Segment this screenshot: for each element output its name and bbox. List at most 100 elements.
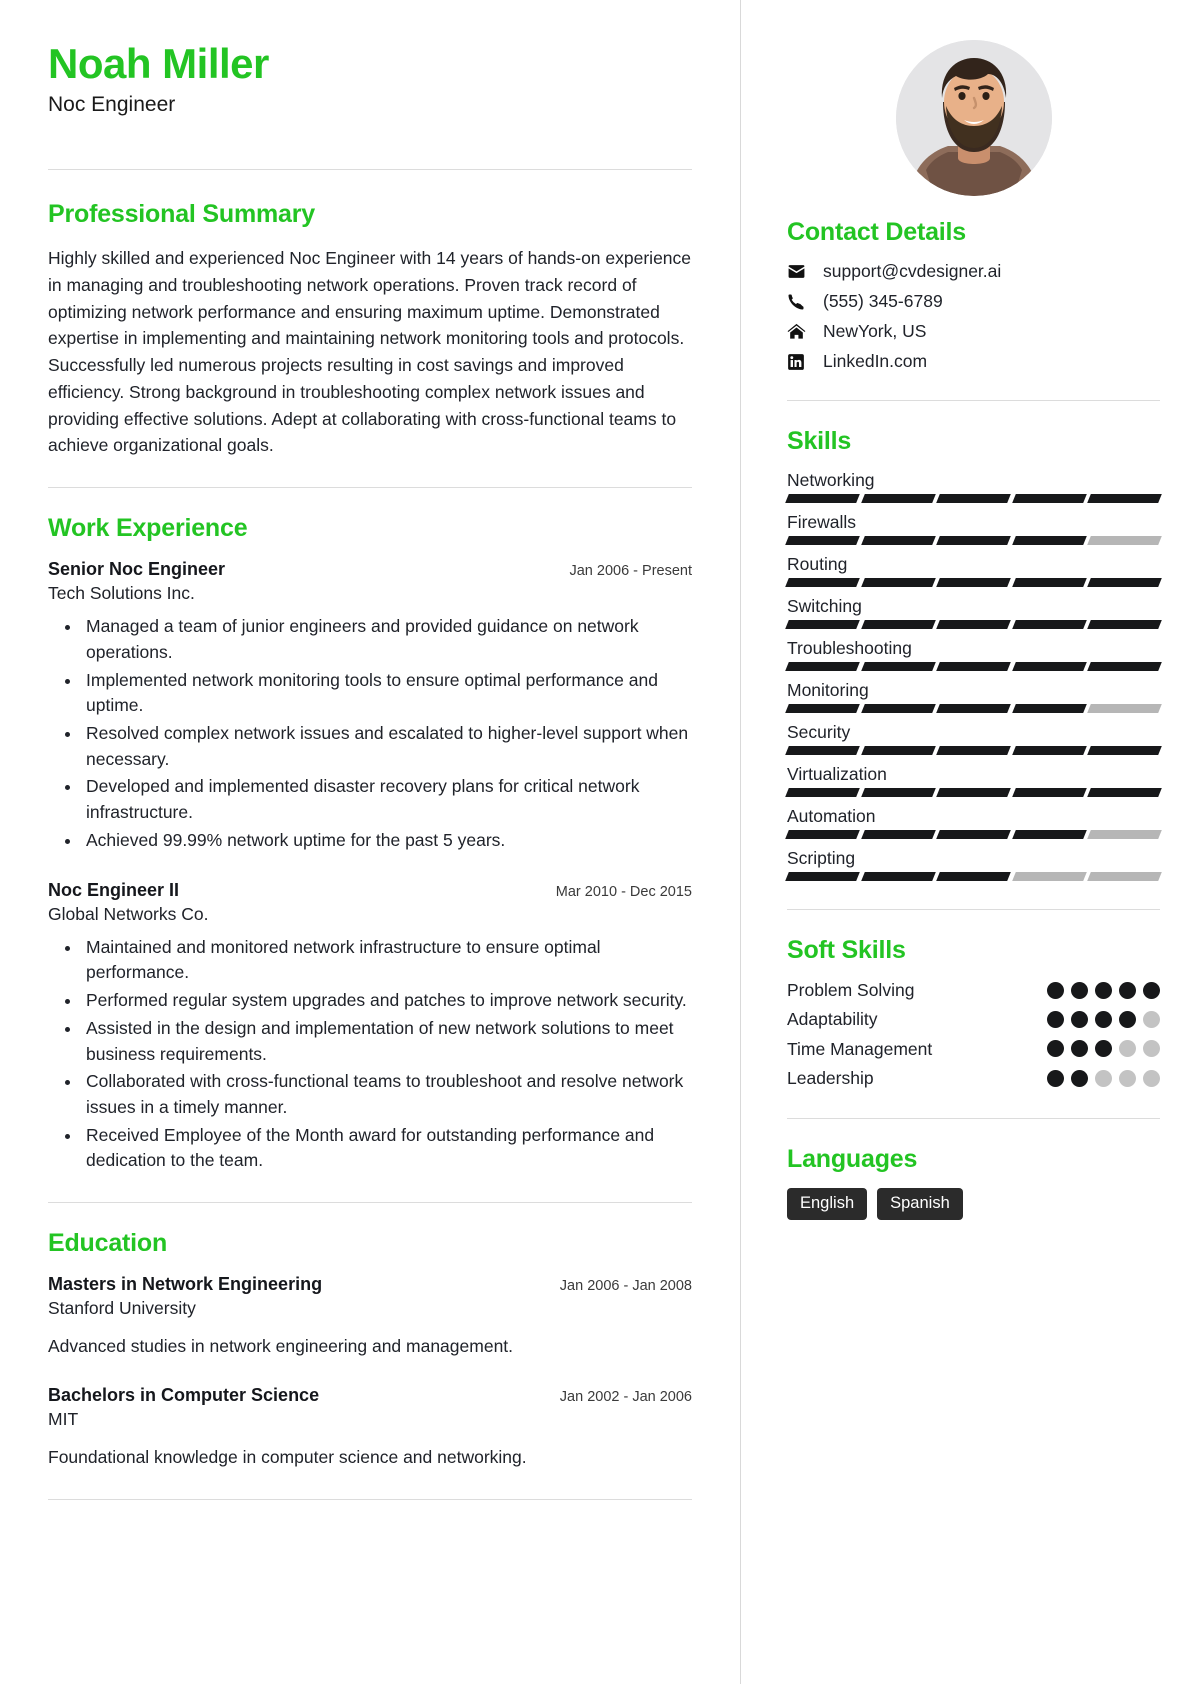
contact-item-phone[interactable]: (555) 345-6789 <box>787 291 1160 312</box>
skill-bar-segment <box>1011 494 1087 503</box>
avatar <box>895 40 1052 196</box>
education-school: Stanford University <box>48 1298 196 1319</box>
skill-bar-segment <box>1087 788 1162 797</box>
skill-bar-segment <box>936 620 1011 629</box>
language-tag: English <box>787 1187 868 1220</box>
envelope-icon <box>787 262 813 281</box>
skill-item: Firewalls <box>785 512 1162 545</box>
skill-level-bar <box>785 620 1162 629</box>
work-role: Noc Engineer II <box>48 879 180 900</box>
section-heading-summary: Professional Summary <box>48 200 315 229</box>
soft-skills-list: Problem Solving Adaptability Time Manageme… <box>787 979 1160 1090</box>
rating-dot <box>1143 1040 1160 1058</box>
resume-page: Noah Miller Noc Engineer Professional Su… <box>0 0 1200 1684</box>
rating-dot <box>1071 1040 1088 1058</box>
skill-item: Switching <box>785 596 1162 629</box>
list-item: Performed regular system upgrades and pa… <box>82 988 692 1014</box>
list-item: Achieved 99.99% network uptime for the p… <box>82 828 692 854</box>
skill-bar-segment <box>1011 578 1087 587</box>
skill-level-bar <box>785 662 1162 671</box>
contact-item-email[interactable]: support@cvdesigner.ai <box>787 261 1160 282</box>
skill-bar-segment <box>936 746 1011 755</box>
section-heading-skills: Skills <box>787 427 852 455</box>
skill-level-bar <box>785 494 1162 503</box>
soft-skill-rating <box>1040 981 1160 999</box>
skill-bar-segment <box>785 830 860 839</box>
contact-phone-value: (555) 345-6789 <box>823 291 943 311</box>
skill-bar-segment <box>936 704 1011 713</box>
skill-bar-segment <box>1087 620 1162 629</box>
list-item: Managed a team of junior engineers and p… <box>82 614 692 665</box>
rating-dot <box>1047 1011 1064 1029</box>
skill-level-bar <box>785 830 1162 839</box>
skill-item: Scripting <box>785 848 1162 881</box>
soft-skill-label: Time Management <box>787 1038 933 1059</box>
rating-dot <box>1143 981 1160 999</box>
skill-bar-segment <box>1011 788 1087 797</box>
skill-bar-segment <box>1087 662 1162 671</box>
skill-bar-segment <box>860 536 936 545</box>
contact-list: support@cvdesigner.ai (555) 345-6789 New… <box>787 261 1160 372</box>
skill-label: Security <box>787 722 851 742</box>
skill-bar-segment <box>860 494 936 503</box>
skill-bar-segment <box>785 662 860 671</box>
skill-bar-segment <box>1011 746 1087 755</box>
rating-dot <box>1047 981 1064 999</box>
education-entry-header: Bachelors in Computer Science Jan 2002 -… <box>48 1385 692 1406</box>
skill-bar-segment <box>936 830 1011 839</box>
skill-label: Firewalls <box>787 512 857 532</box>
skill-label: Troubleshooting <box>787 638 912 658</box>
skill-bar-segment <box>1087 578 1162 587</box>
skill-level-bar <box>785 788 1162 797</box>
linkedin-icon <box>787 353 813 371</box>
education-school: MIT <box>48 1409 79 1430</box>
list-item: Resolved complex network issues and esca… <box>82 721 692 772</box>
rating-dot <box>1095 1069 1112 1087</box>
education-entry: Masters in Network Engineering Jan 2006 … <box>48 1274 692 1359</box>
list-item: Received Employee of the Month award for… <box>82 1123 692 1174</box>
soft-skill-item: Problem Solving <box>787 979 1160 1001</box>
soft-skill-item: Adaptability <box>787 1008 1160 1030</box>
skill-label: Networking <box>787 470 875 490</box>
rating-dot <box>1119 1069 1136 1087</box>
page-title: Noah Miller <box>48 40 269 87</box>
rating-dot <box>1047 1069 1064 1087</box>
avatar-illustration <box>895 40 1052 196</box>
skill-bar-segment <box>1087 704 1162 713</box>
list-item: Maintained and monitored network infrast… <box>82 935 692 986</box>
contact-item-linkedin[interactable]: LinkedIn.com <box>787 351 1160 372</box>
skill-bar-segment <box>785 620 860 629</box>
rating-dot <box>1119 1011 1136 1029</box>
divider <box>787 909 1160 910</box>
skill-item: Automation <box>785 806 1162 839</box>
skill-item: Networking <box>785 470 1162 503</box>
skill-bar-segment <box>1011 536 1087 545</box>
skill-label: Routing <box>787 554 848 574</box>
divider <box>48 169 692 171</box>
education-date: Jan 2006 - Jan 2008 <box>559 1278 692 1295</box>
skill-item: Troubleshooting <box>785 638 1162 671</box>
work-entry: Noc Engineer II Mar 2010 - Dec 2015 Glob… <box>48 880 692 1174</box>
contact-item-location[interactable]: NewYork, US <box>787 321 1160 342</box>
list-item: Collaborated with cross-functional teams… <box>82 1069 692 1120</box>
summary-text: Highly skilled and experienced Noc Engin… <box>48 248 692 456</box>
education-description: Foundational knowledge in computer scien… <box>48 1447 527 1468</box>
skill-bar-segment <box>936 578 1011 587</box>
skill-bar-segment <box>785 788 860 797</box>
contact-linkedin-value: LinkedIn.com <box>823 351 928 371</box>
work-company: Tech Solutions Inc. <box>48 583 195 604</box>
work-date: Mar 2010 - Dec 2015 <box>555 883 692 900</box>
section-professional-summary: Professional Summary Highly skilled and … <box>48 200 692 459</box>
job-title: Noc Engineer <box>48 93 176 117</box>
contact-email-value: support@cvdesigner.ai <box>823 261 1002 281</box>
section-contact-details: Contact Details support@cvdesigner.ai (5… <box>787 218 1160 372</box>
work-bullets: Managed a team of junior engineers and p… <box>48 614 692 853</box>
skill-label: Scripting <box>787 848 856 868</box>
section-education: Education Masters in Network Engineering… <box>48 1229 692 1471</box>
skill-level-bar <box>785 536 1162 545</box>
education-degree: Masters in Network Engineering <box>48 1274 323 1295</box>
education-entry-header: Masters in Network Engineering Jan 2006 … <box>48 1274 692 1295</box>
skill-item: Security <box>785 722 1162 755</box>
